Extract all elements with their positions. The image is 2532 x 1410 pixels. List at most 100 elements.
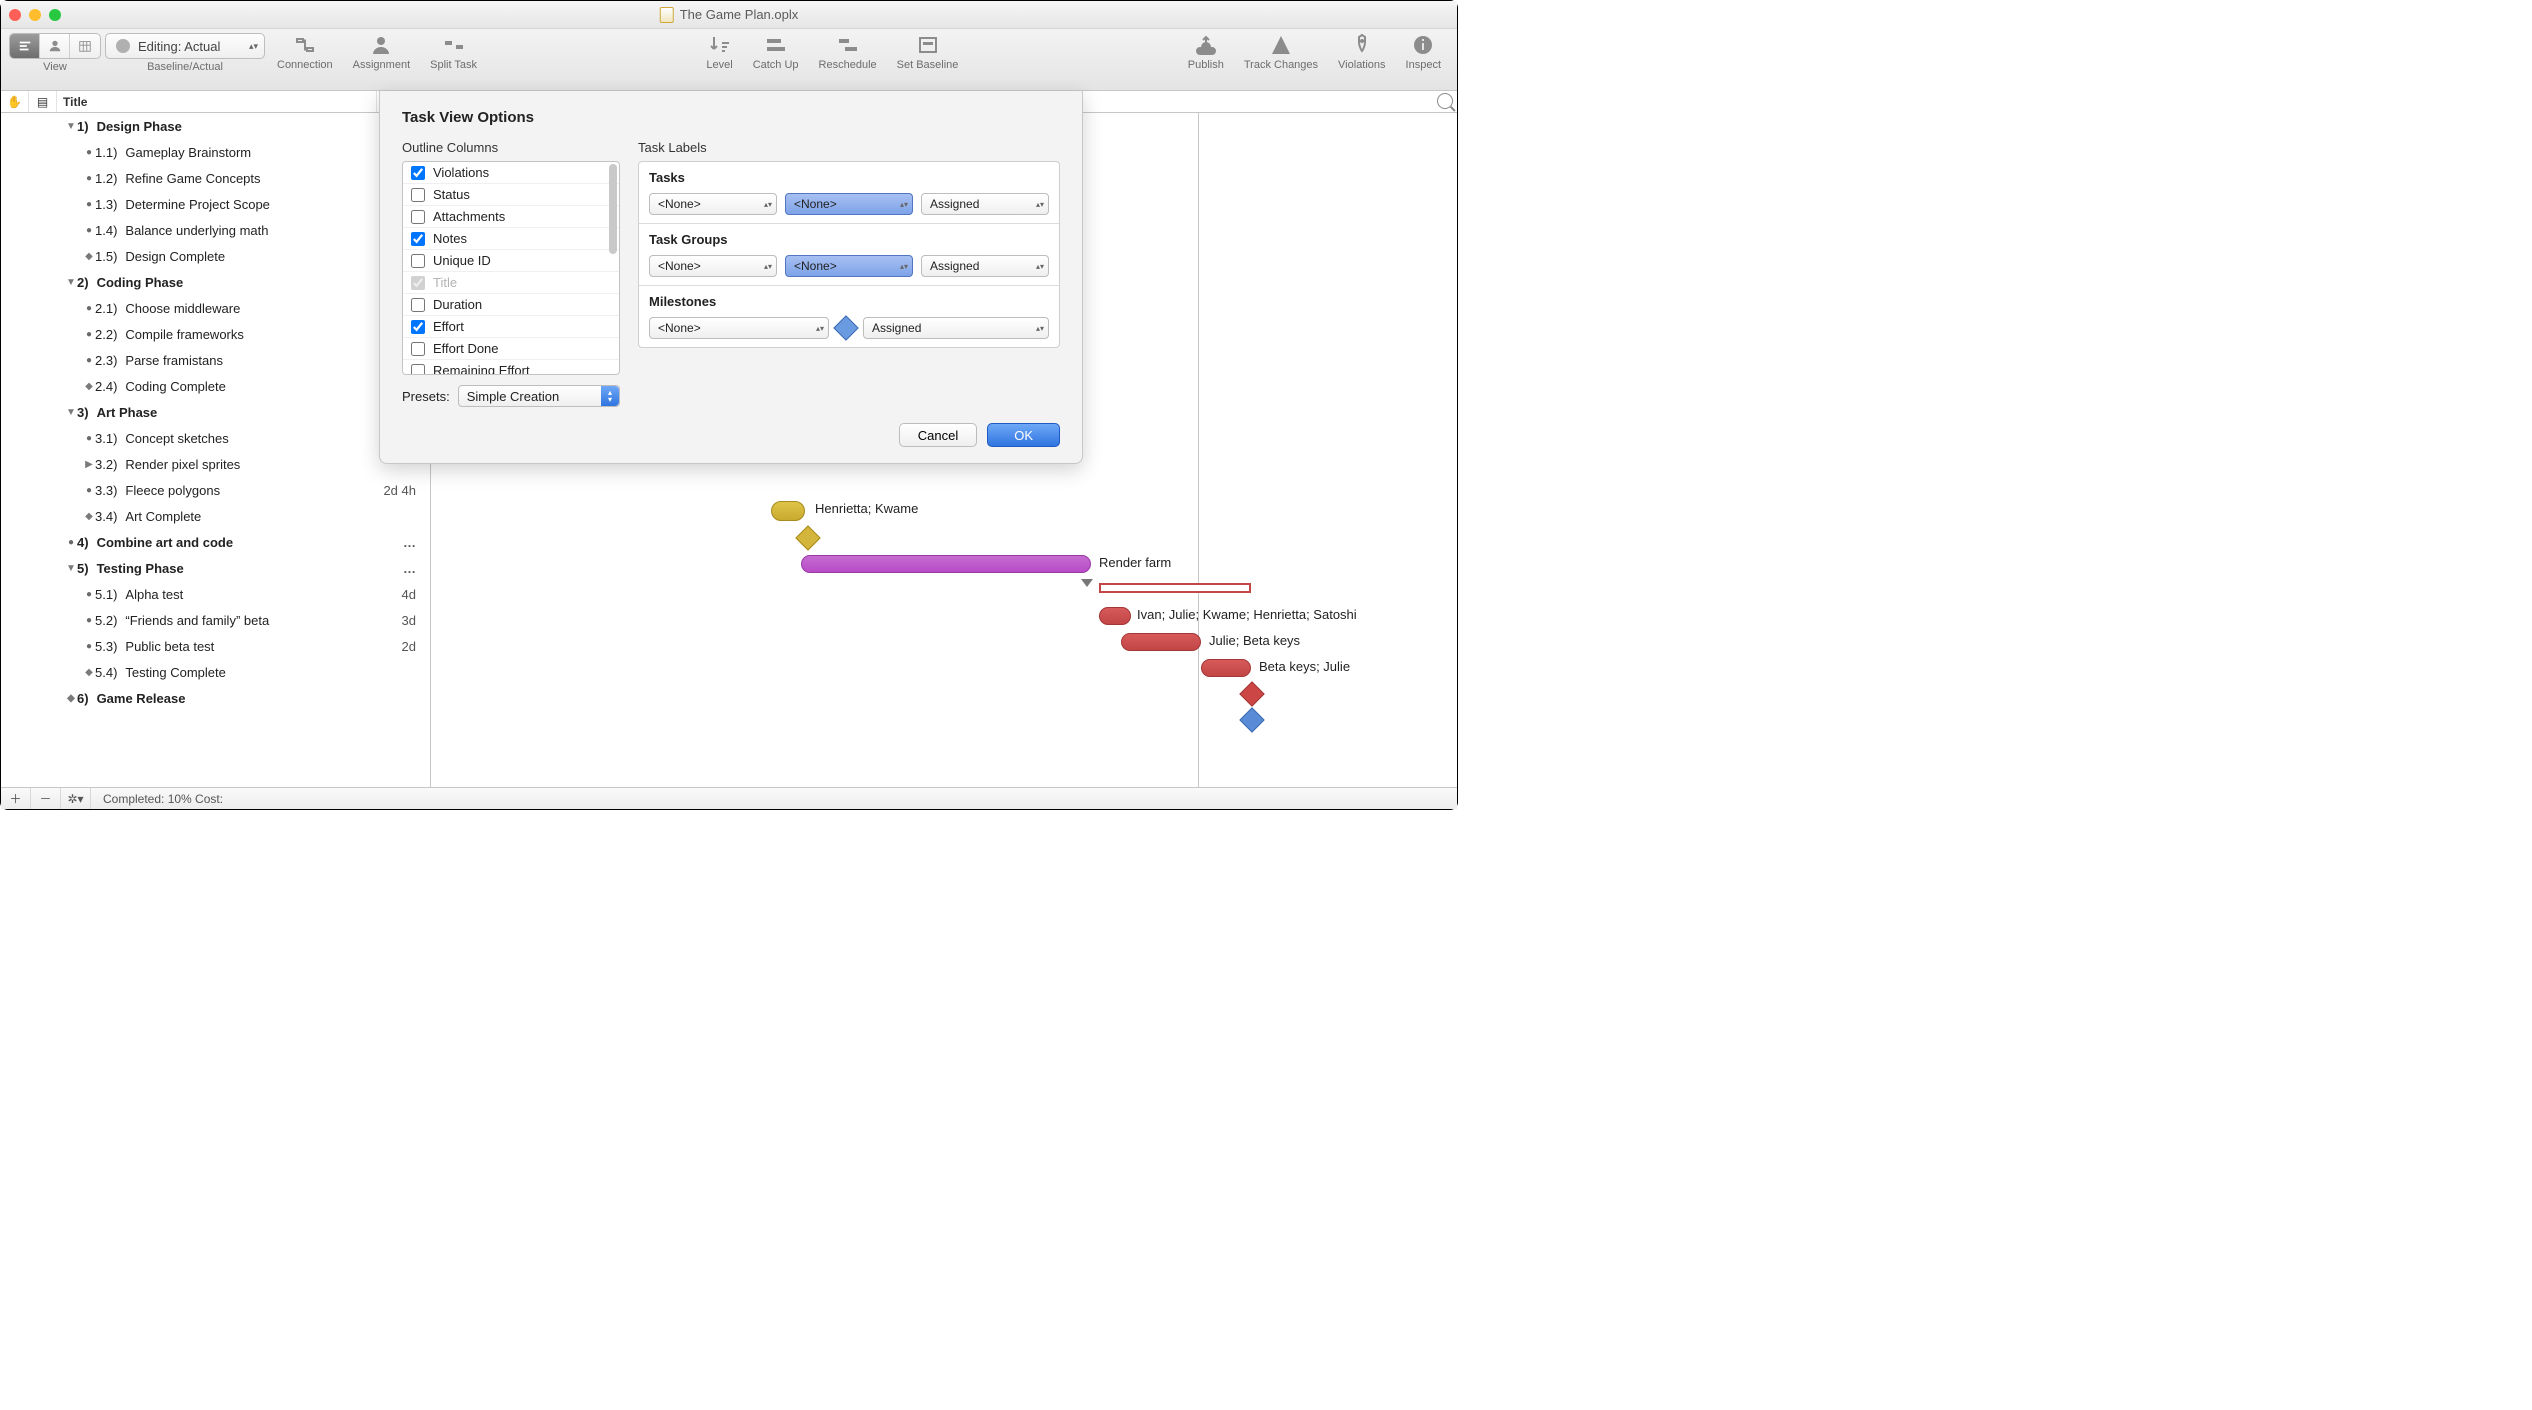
milestone-marker[interactable] <box>795 525 820 550</box>
presets-select[interactable]: Simple Creation ▴▾ <box>458 385 620 407</box>
outline-row[interactable]: ●1.4)Balance underlying math <box>1 217 430 243</box>
outline-row[interactable]: ●4)Combine art and code… <box>1 529 430 555</box>
outline-row[interactable]: ◆5.4)Testing Complete <box>1 659 430 685</box>
outline-row[interactable]: ●5.1)Alpha test4d <box>1 581 430 607</box>
milestone-marker[interactable] <box>1239 707 1264 732</box>
action-menu-button[interactable]: ✲▾ <box>61 788 91 809</box>
outline-columns-listbox[interactable]: Violations StatusAttachmentsNotesUnique I… <box>402 161 620 375</box>
task-bar[interactable] <box>771 501 805 521</box>
outline-row[interactable]: ◆2.4)Coding Complete <box>1 373 430 399</box>
column-checkbox-row[interactable]: Attachments <box>403 206 619 228</box>
updown-icon: ▴▾ <box>816 325 824 332</box>
column-checkbox-row[interactable]: Remaining Effort <box>403 360 619 375</box>
column-checkbox-row[interactable]: Effort <box>403 316 619 338</box>
task-bar[interactable] <box>1201 659 1251 677</box>
outline-row[interactable]: ●2.3)Parse framistans <box>1 347 430 373</box>
outline-row[interactable]: ◆6)Game Release <box>1 685 430 711</box>
document-icon <box>660 7 674 23</box>
column-checkbox[interactable] <box>411 188 425 202</box>
cancel-button[interactable]: Cancel <box>899 423 977 447</box>
column-checkbox[interactable] <box>411 232 425 246</box>
title-column-header[interactable]: Title <box>57 91 377 112</box>
inspector-splitter[interactable] <box>1198 113 1199 787</box>
column-checkbox-row[interactable]: Effort Done <box>403 338 619 360</box>
close-window-button[interactable] <box>9 9 21 21</box>
outline-row[interactable]: ●3.1)Concept sketches <box>1 425 430 451</box>
outline-row[interactable]: ●2.2)Compile frameworks <box>1 321 430 347</box>
outline-row[interactable]: ●1.2)Refine Game Concepts <box>1 165 430 191</box>
outline-row[interactable]: ●2.1)Choose middleware <box>1 295 430 321</box>
outline-row[interactable]: ▶3.2)Render pixel sprites <box>1 451 430 477</box>
column-checkbox-row[interactable]: Unique ID <box>403 250 619 272</box>
view-mode-gantt[interactable] <box>10 34 40 58</box>
column-checkbox-row[interactable]: Duration <box>403 294 619 316</box>
connection-button[interactable]: Connection <box>269 33 341 71</box>
view-mode-calendar[interactable] <box>70 34 100 58</box>
column-checkbox-row[interactable]: Notes <box>403 228 619 250</box>
column-checkbox[interactable] <box>411 254 425 268</box>
titlebar: The Game Plan.oplx <box>1 1 1457 29</box>
remove-button[interactable]: － <box>31 788 61 809</box>
add-button[interactable]: ＋ <box>1 788 31 809</box>
column-checkbox-label: Violations <box>433 165 489 180</box>
reschedule-button[interactable]: Reschedule <box>811 33 885 71</box>
baseline-dot-icon <box>116 39 130 53</box>
column-checkbox[interactable] <box>411 298 425 312</box>
set-baseline-button[interactable]: Set Baseline <box>889 33 967 71</box>
column-checkbox[interactable] <box>411 364 425 376</box>
notes-column-icon: ▤ <box>29 91 57 112</box>
outline-pane[interactable]: ▼1)Design Phase●1.1)Gameplay Brainstorm●… <box>1 113 431 787</box>
outline-row[interactable]: ●5.2)“Friends and family” beta3d <box>1 607 430 633</box>
column-checkbox[interactable] <box>411 166 425 180</box>
outline-row[interactable]: ●5.3)Public beta test2d <box>1 633 430 659</box>
task-bar-label: Julie; Beta keys <box>1209 633 1300 648</box>
task-bar[interactable] <box>1099 607 1131 625</box>
listbox-scrollbar[interactable] <box>609 164 617 254</box>
column-checkbox-row[interactable]: Violations <box>403 162 619 184</box>
groups-mid-select[interactable]: <None>▴▾ <box>785 255 913 277</box>
task-bar[interactable] <box>801 555 1091 573</box>
groups-right-select[interactable]: Assigned▴▾ <box>921 255 1049 277</box>
outline-row[interactable]: ◆1.5)Design Complete <box>1 243 430 269</box>
violations-button[interactable]: Violations <box>1330 33 1394 71</box>
column-checkbox-row[interactable]: Status <box>403 184 619 206</box>
inspect-button[interactable]: Inspect <box>1398 33 1449 71</box>
outline-row[interactable]: ▼5)Testing Phase… <box>1 555 430 581</box>
outline-row[interactable]: ●1.1)Gameplay Brainstorm <box>1 139 430 165</box>
outline-row[interactable]: ◆3.4)Art Complete <box>1 503 430 529</box>
column-checkbox[interactable] <box>411 342 425 356</box>
task-bar[interactable] <box>1121 633 1201 651</box>
milestone-marker[interactable] <box>1239 681 1264 706</box>
task-view-options-dialog: Task View Options Outline Columns Violat… <box>379 91 1083 464</box>
minimize-window-button[interactable] <box>29 9 41 21</box>
milestones-left-select[interactable]: <None>▴▾ <box>649 317 829 339</box>
outline-row[interactable]: ▼2)Coding Phase <box>1 269 430 295</box>
view-mode-resource[interactable] <box>40 34 70 58</box>
search-icon[interactable] <box>1437 93 1453 109</box>
publish-button[interactable]: Publish <box>1180 33 1232 71</box>
groups-left-select[interactable]: <None>▴▾ <box>649 255 777 277</box>
tasks-right-select[interactable]: Assigned▴▾ <box>921 193 1049 215</box>
outline-row[interactable]: ●1.3)Determine Project Scope <box>1 191 430 217</box>
outline-row[interactable]: ▼3)Art Phase <box>1 399 430 425</box>
zoom-window-button[interactable] <box>49 9 61 21</box>
outline-row[interactable]: ▼1)Design Phase <box>1 113 430 139</box>
assignment-button[interactable]: Assignment <box>345 33 418 71</box>
view-segmented-control[interactable] <box>9 33 101 59</box>
catch-up-button[interactable]: Catch Up <box>745 33 807 71</box>
milestone-shape-icon <box>833 315 858 340</box>
window-title-text: The Game Plan.oplx <box>680 7 799 22</box>
split-task-button[interactable]: Split Task <box>422 33 485 71</box>
track-changes-button[interactable]: Track Changes <box>1236 33 1326 71</box>
column-checkbox[interactable] <box>411 320 425 334</box>
select-stepper-icon: ▴▾ <box>601 386 619 406</box>
ok-button[interactable]: OK <box>987 423 1060 447</box>
tasks-left-select[interactable]: <None>▴▾ <box>649 193 777 215</box>
baseline-actual-dropdown[interactable]: Editing: Actual ▴▾ <box>105 33 265 59</box>
group-bar[interactable] <box>1099 583 1251 593</box>
column-checkbox[interactable] <box>411 210 425 224</box>
level-button[interactable]: Level <box>698 33 740 71</box>
milestones-right-select[interactable]: Assigned▴▾ <box>863 317 1049 339</box>
outline-row[interactable]: ●3.3)Fleece polygons2d 4h <box>1 477 430 503</box>
tasks-mid-select[interactable]: <None>▴▾ <box>785 193 913 215</box>
